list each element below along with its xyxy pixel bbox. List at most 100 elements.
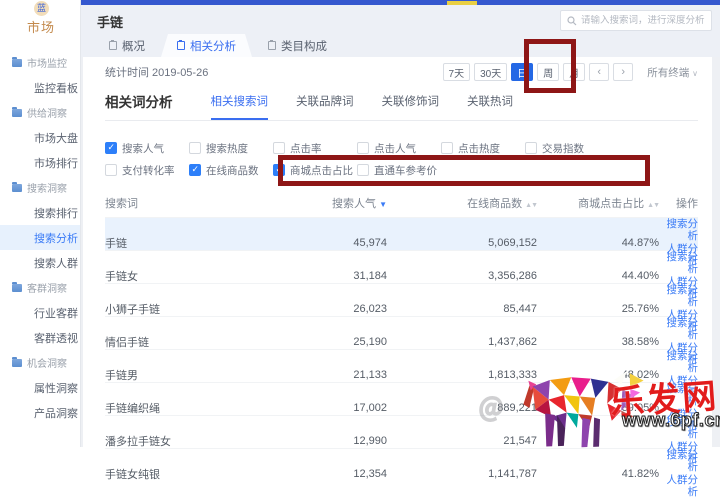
- search-icon: [567, 16, 577, 26]
- metric-checkbox[interactable]: 在线商品数: [189, 163, 273, 178]
- cell-online-products: 1,437,862: [387, 336, 537, 348]
- prev-page-button[interactable]: ‹: [589, 63, 609, 81]
- sidebar-item-label: 产品洞察: [34, 405, 78, 421]
- sidebar-item[interactable]: 客群透视: [0, 325, 80, 350]
- analysis-subtab[interactable]: 关联品牌词: [296, 93, 354, 120]
- table-row: 潘多拉手链女 12,990 21,547 搜索分析 人群分析: [105, 415, 698, 448]
- metric-checkbox[interactable]: 直通车参考价: [357, 163, 441, 178]
- sidebar: 蓝 市场 市场监控 监控看板 供给洞察 市场大盘 市场排行 搜索洞察 搜索排行 …: [0, 0, 81, 447]
- cell-search-word: 潘多拉手链女: [105, 433, 291, 449]
- cell-search-word: 手链女纯银: [105, 466, 291, 482]
- sidebar-item-label: 客群透视: [34, 330, 78, 346]
- metric-filter-row-2: 支付转化率 在线商品数 商城点击占比 直通车参考价: [105, 159, 698, 181]
- metric-checkbox[interactable]: 点击率: [273, 141, 357, 156]
- col-header-ratio[interactable]: 商城点击占比 ▲▼: [537, 195, 659, 211]
- clipboard-icon: [177, 41, 185, 50]
- period-button[interactable]: 日: [511, 63, 533, 81]
- cell-mall-click-ratio: 44.40%: [537, 270, 659, 282]
- sidebar-item-label: 供给洞察: [27, 105, 67, 120]
- sidebar-nav: 市场监控 监控看板 供给洞察 市场大盘 市场排行 搜索洞察 搜索排行 搜索分析 …: [0, 50, 80, 425]
- search-input[interactable]: [581, 15, 705, 26]
- metric-checkbox[interactable]: 搜索热度: [189, 141, 273, 156]
- search-analysis-link[interactable]: 搜索分析: [659, 350, 698, 374]
- analysis-subtab[interactable]: 关联修饰词: [382, 93, 440, 120]
- period-button[interactable]: 周: [537, 63, 559, 81]
- cell-search-word: 小狮子手链: [105, 301, 291, 317]
- crowd-analysis-link[interactable]: 人群分析: [659, 474, 698, 498]
- sidebar-item[interactable]: 监控看板: [0, 75, 80, 100]
- sidebar-item[interactable]: 产品洞察: [0, 400, 80, 425]
- search-box[interactable]: [560, 10, 712, 31]
- search-analysis-link[interactable]: 搜索分析: [659, 449, 698, 473]
- brand: 蓝 市场: [0, 0, 80, 42]
- sidebar-item[interactable]: 搜索排行: [0, 200, 80, 225]
- analysis-subtab[interactable]: 相关搜索词: [211, 93, 269, 120]
- cell-online-products: 1,813,333: [387, 369, 537, 381]
- table-row: 手链女纯银 12,354 1,141,787 41.82% 搜索分析 人群分析: [105, 448, 698, 481]
- checkbox-icon[interactable]: [105, 142, 117, 154]
- period-button[interactable]: 30天: [474, 63, 507, 81]
- sort-toggle-icon[interactable]: ▲▼: [647, 202, 659, 209]
- chevron-down-icon: ∨: [692, 69, 698, 78]
- terminal-dropdown[interactable]: 所有终端 ∨: [647, 65, 698, 80]
- top-tab-label: 概况: [122, 38, 145, 54]
- metric-checkbox[interactable]: 点击热度: [441, 141, 525, 156]
- sort-toggle-icon[interactable]: ▲▼: [525, 202, 537, 209]
- checkbox-icon[interactable]: [189, 164, 201, 176]
- checkbox-icon[interactable]: [273, 164, 285, 176]
- col-header-pop[interactable]: 搜索人气 ▼: [291, 195, 387, 211]
- metric-checkbox[interactable]: 支付转化率: [105, 163, 189, 178]
- metric-checkbox[interactable]: 商城点击占比: [273, 163, 357, 178]
- clipboard-icon: [109, 41, 117, 50]
- analysis-subtab[interactable]: 关联热词: [467, 93, 513, 120]
- top-tab-label: 类目构成: [281, 38, 327, 54]
- search-analysis-link[interactable]: 搜索分析: [659, 251, 698, 275]
- checkbox-icon[interactable]: [441, 142, 453, 154]
- metric-checkbox-label: 搜索人气: [122, 141, 164, 156]
- analysis-header: 相关词分析 相关搜索词 关联品牌词 关联修饰词 关联热词: [105, 91, 698, 121]
- checkbox-icon[interactable]: [357, 142, 369, 154]
- col-header-products[interactable]: 在线商品数 ▲▼: [387, 195, 537, 211]
- metric-checkbox[interactable]: 点击人气: [357, 141, 441, 156]
- metric-checkbox[interactable]: 搜索人气: [105, 141, 189, 156]
- sidebar-item[interactable]: 市场大盘: [0, 125, 80, 150]
- sidebar-item[interactable]: 行业客群: [0, 300, 80, 325]
- checkbox-icon[interactable]: [357, 164, 369, 176]
- sidebar-item[interactable]: 市场排行: [0, 150, 80, 175]
- search-analysis-link[interactable]: 搜索分析: [659, 218, 698, 242]
- checkbox-icon[interactable]: [525, 142, 537, 154]
- metric-checkbox[interactable]: 交易指数: [525, 141, 609, 156]
- period-button[interactable]: 月: [563, 63, 585, 81]
- period-button[interactable]: 7天: [443, 63, 471, 81]
- cell-search-popularity: 12,354: [291, 468, 387, 480]
- sidebar-item[interactable]: 属性洞察: [0, 375, 80, 400]
- checkbox-icon[interactable]: [273, 142, 285, 154]
- content-area: 统计时间 2019-05-26 7天 30天 日 周 月 ‹ › 所有终端 ∨ …: [81, 57, 720, 447]
- search-analysis-link[interactable]: 搜索分析: [659, 416, 698, 440]
- checkbox-icon[interactable]: [189, 142, 201, 154]
- stat-row: 统计时间 2019-05-26 7天 30天 日 周 月 ‹ › 所有终端 ∨: [105, 57, 698, 87]
- search-analysis-link[interactable]: 搜索分析: [659, 284, 698, 308]
- metric-filter-row-1: 搜索人气 搜索热度 点击率 点击人气 点击热度 交易指数: [105, 137, 698, 159]
- sidebar-item[interactable]: 搜索人群: [0, 250, 80, 275]
- cell-online-products: 889,221: [387, 402, 537, 414]
- sidebar-item: 搜索洞察: [0, 175, 80, 200]
- cell-mall-click-ratio: 25.76%: [537, 303, 659, 315]
- top-tab[interactable]: 类目构成: [252, 34, 343, 57]
- checkbox-icon[interactable]: [105, 164, 117, 176]
- table-header-row: 搜索词 搜索人气 ▼ 在线商品数 ▲▼ 商城点击占比 ▲▼ 操作: [105, 189, 698, 217]
- top-tab[interactable]: 概况: [93, 34, 161, 57]
- sidebar-item-label: 客群洞察: [27, 280, 67, 295]
- sidebar-item[interactable]: 搜索分析: [0, 225, 80, 250]
- folder-icon: [12, 284, 22, 292]
- sidebar-item-label: 监控看板: [34, 80, 78, 96]
- search-analysis-link[interactable]: 搜索分析: [659, 317, 698, 341]
- next-page-button[interactable]: ›: [613, 63, 633, 81]
- metric-checkbox-label: 交易指数: [542, 141, 584, 156]
- sort-desc-icon[interactable]: ▼: [379, 200, 387, 209]
- metric-checkbox-label: 支付转化率: [122, 163, 175, 178]
- sidebar-item-label: 市场排行: [34, 155, 78, 171]
- table-body: 手链 45,974 5,069,152 44.87% 搜索分析 人群分析 手链女…: [105, 217, 698, 481]
- top-tab[interactable]: 相关分析: [161, 34, 252, 57]
- search-analysis-link[interactable]: 搜索分析: [659, 383, 698, 407]
